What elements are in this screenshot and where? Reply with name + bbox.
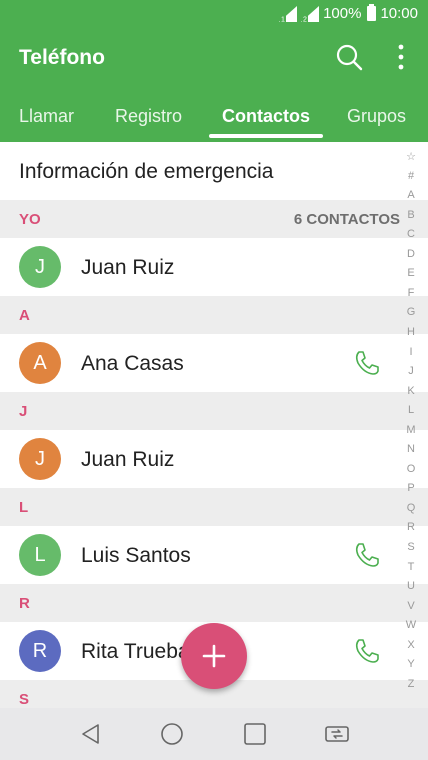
index-letter[interactable]: H [402, 326, 420, 338]
section-letter: J [19, 403, 28, 420]
status-time: 10:00 [380, 5, 418, 22]
contact-row[interactable]: A Ana Casas [0, 334, 428, 392]
app-bar: Teléfono Llamar Registro Contactos Grupo… [0, 30, 428, 142]
navigation-bar [0, 708, 428, 760]
section-letter: YO [19, 211, 41, 228]
sim1-signal-icon: 1 [279, 5, 298, 22]
avatar: L [19, 534, 61, 576]
index-letter[interactable]: K [402, 385, 420, 397]
index-letter[interactable]: B [402, 209, 420, 221]
battery-icon [367, 4, 377, 21]
index-letter[interactable]: C [402, 228, 420, 240]
recents-icon[interactable] [243, 722, 267, 746]
contact-row[interactable]: J Juan Ruiz [0, 238, 428, 296]
section-letter: A [19, 307, 30, 324]
contact-name: Ana Casas [81, 352, 184, 375]
section-header-l: L [0, 488, 428, 526]
index-letter[interactable]: Z [402, 678, 420, 690]
index-letter[interactable]: D [402, 248, 420, 260]
contact-name: Juan Ruiz [81, 448, 175, 471]
section-letter: S [19, 691, 30, 708]
contact-row[interactable]: J Juan Ruiz [0, 430, 428, 488]
contact-count: 6 CONTACTOS [293, 211, 400, 228]
sim2-signal-icon: 2 [301, 5, 320, 22]
contact-name: Rita Trueba [81, 640, 190, 663]
index-letter[interactable]: I [402, 346, 420, 358]
index-letter[interactable]: F [402, 287, 420, 299]
section-header-j: J [0, 392, 428, 430]
add-icon [202, 644, 226, 668]
search-icon[interactable] [334, 42, 364, 72]
index-letter[interactable]: N [402, 443, 420, 455]
app-title: Teléfono [19, 46, 105, 69]
back-icon[interactable] [79, 722, 103, 746]
section-header-yo: YO 6 CONTACTOS [0, 200, 428, 238]
section-header-a: A [0, 296, 428, 334]
status-indicators: 1 2 100% 10:00 [279, 4, 418, 22]
active-tab-indicator [209, 134, 323, 138]
index-letter[interactable]: E [402, 267, 420, 279]
index-letter[interactable]: Y [402, 658, 420, 670]
index-letter[interactable]: M [402, 424, 420, 436]
section-letter: L [19, 499, 29, 516]
add-contact-button[interactable] [181, 623, 247, 689]
index-letter[interactable]: X [402, 639, 420, 651]
index-letter[interactable]: R [402, 521, 420, 533]
battery-percent: 100% [323, 5, 362, 22]
emergency-info-item[interactable]: Información de emergencia [0, 142, 428, 200]
contact-row[interactable]: L Luis Santos [0, 526, 428, 584]
avatar: A [19, 342, 61, 384]
contact-name: Juan Ruiz [81, 256, 175, 279]
index-letter[interactable]: L [402, 404, 420, 416]
more-vert-icon[interactable] [390, 42, 412, 72]
index-letter[interactable]: S [402, 541, 420, 553]
avatar: R [19, 630, 61, 672]
svg-text:2: 2 [303, 16, 307, 22]
home-icon[interactable] [160, 722, 184, 746]
section-header-r: R [0, 584, 428, 622]
index-letter[interactable]: W [402, 619, 420, 631]
status-bar: 1 2 100% 10:00 [0, 0, 428, 30]
section-letter: R [19, 595, 30, 612]
index-letter[interactable]: J [402, 365, 420, 377]
avatar: J [19, 246, 61, 288]
index-letter[interactable]: # [402, 170, 420, 182]
index-letter[interactable]: A [402, 189, 420, 201]
tab-registro[interactable]: Registro [115, 106, 182, 127]
avatar: J [19, 438, 61, 480]
index-letter[interactable]: O [402, 463, 420, 475]
phone-icon[interactable] [352, 348, 382, 378]
tab-llamar[interactable]: Llamar [19, 106, 74, 127]
index-letter[interactable]: U [402, 580, 420, 592]
index-letter[interactable]: V [402, 600, 420, 612]
tab-contactos[interactable]: Contactos [222, 106, 310, 127]
index-letter[interactable]: P [402, 482, 420, 494]
tab-grupos[interactable]: Grupos [347, 106, 406, 127]
phone-icon[interactable] [352, 636, 382, 666]
index-letter[interactable]: G [402, 306, 420, 318]
phone-icon[interactable] [352, 540, 382, 570]
contact-name: Luis Santos [81, 544, 191, 567]
svg-text:1: 1 [281, 16, 285, 22]
index-letter[interactable]: ☆ [402, 150, 420, 163]
dual-window-icon[interactable] [324, 722, 350, 746]
index-letter[interactable]: T [402, 561, 420, 573]
alphabet-index[interactable]: ☆ # A B C D E F G H I J K L M N O P Q R S T U V W X Y Z [402, 150, 420, 695]
index-letter[interactable]: Q [402, 502, 420, 514]
